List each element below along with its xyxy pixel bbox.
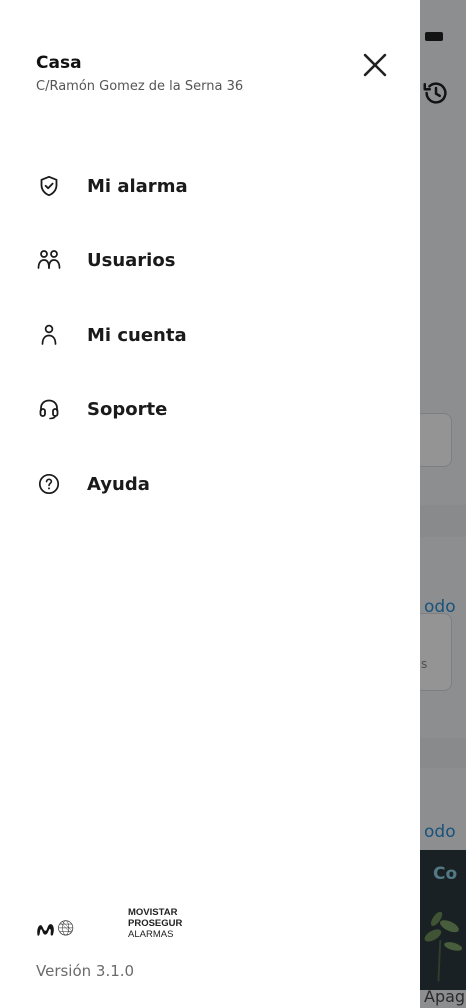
logo-line: PROSEGUR <box>128 918 183 929</box>
app-version: Versión 3.1.0 <box>36 962 135 980</box>
logo-wordmark: MOVISTAR PROSEGUR ALARMAS <box>128 907 182 940</box>
menu-item-mi-cuenta[interactable]: Mi cuenta <box>0 305 420 365</box>
shield-check-icon <box>36 173 62 199</box>
menu-item-ayuda[interactable]: Ayuda <box>0 454 420 514</box>
menu-item-label: Mi cuenta <box>87 324 187 346</box>
menu-item-soporte[interactable]: Soporte <box>0 379 420 439</box>
movistar-prosegur-logo <box>37 920 74 936</box>
navigation-drawer: Casa C/Ramón Gomez de la Serna 36 Mi ala… <box>0 0 420 1008</box>
help-circle-icon <box>36 471 62 497</box>
menu-item-usuarios[interactable]: Usuarios <box>0 230 420 290</box>
close-icon[interactable] <box>358 48 392 82</box>
menu-item-label: Ayuda <box>87 473 150 495</box>
logo-line: MOVISTAR <box>128 907 178 918</box>
place-address: C/Ramón Gomez de la Serna 36 <box>36 79 244 94</box>
menu-item-label: Usuarios <box>87 249 176 271</box>
user-icon <box>36 322 62 348</box>
menu-item-mi-alarma[interactable]: Mi alarma <box>0 156 420 216</box>
place-name: Casa <box>36 53 82 73</box>
logo-line: ALARMAS <box>128 929 174 940</box>
users-icon <box>36 247 62 273</box>
menu-item-label: Soporte <box>87 398 168 420</box>
headset-icon <box>36 396 62 422</box>
menu-item-label: Mi alarma <box>87 175 188 197</box>
